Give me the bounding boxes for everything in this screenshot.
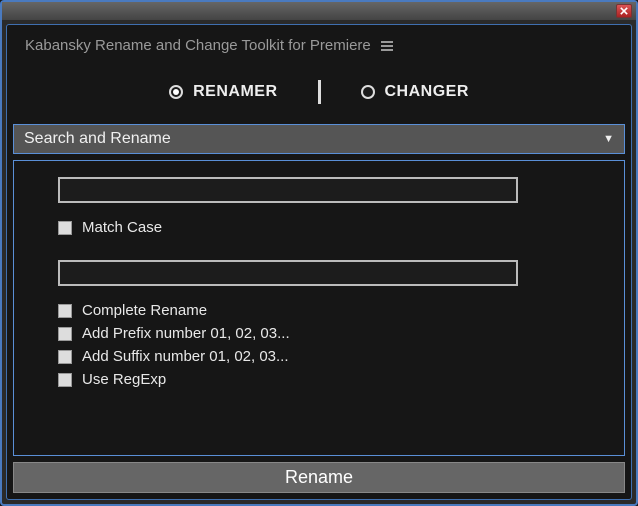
mode-dropdown-label: Search and Rename xyxy=(24,130,171,148)
add-suffix-label: Add Suffix number 01, 02, 03... xyxy=(82,348,289,365)
complete-rename-option[interactable]: Complete Rename xyxy=(58,302,580,319)
main-content: Kabansky Rename and Change Toolkit for P… xyxy=(6,24,632,500)
tab-renamer[interactable]: RENAMER xyxy=(169,83,277,101)
header-row: Kabansky Rename and Change Toolkit for P… xyxy=(7,25,631,62)
add-prefix-checkbox[interactable] xyxy=(58,327,72,341)
options-panel: Match Case Complete Rename Add Prefix nu… xyxy=(13,160,625,456)
tab-renamer-label: RENAMER xyxy=(193,83,277,101)
rename-button[interactable]: Rename xyxy=(13,462,625,493)
replace-input[interactable] xyxy=(58,260,518,286)
tab-changer-label: CHANGER xyxy=(385,83,469,101)
complete-rename-label: Complete Rename xyxy=(82,302,207,319)
radio-renamer-icon xyxy=(169,85,183,99)
chevron-down-icon: ▼ xyxy=(603,133,614,145)
radio-changer-icon xyxy=(361,85,375,99)
add-suffix-checkbox[interactable] xyxy=(58,350,72,364)
tab-divider xyxy=(318,80,321,104)
add-suffix-option[interactable]: Add Suffix number 01, 02, 03... xyxy=(58,348,580,365)
app-window: Kabansky Rename and Change Toolkit for P… xyxy=(0,0,638,506)
match-case-option[interactable]: Match Case xyxy=(58,219,580,236)
hamburger-menu-icon[interactable] xyxy=(381,41,393,51)
close-icon xyxy=(620,7,628,15)
app-title: Kabansky Rename and Change Toolkit for P… xyxy=(25,37,371,54)
titlebar xyxy=(2,2,636,20)
search-input[interactable] xyxy=(58,177,518,203)
add-prefix-option[interactable]: Add Prefix number 01, 02, 03... xyxy=(58,325,580,342)
use-regexp-option[interactable]: Use RegExp xyxy=(58,371,580,388)
match-case-label: Match Case xyxy=(82,219,162,236)
close-button[interactable] xyxy=(616,4,632,18)
complete-rename-checkbox[interactable] xyxy=(58,304,72,318)
add-prefix-label: Add Prefix number 01, 02, 03... xyxy=(82,325,290,342)
tab-changer[interactable]: CHANGER xyxy=(361,83,469,101)
use-regexp-label: Use RegExp xyxy=(82,371,166,388)
tabs-row: RENAMER CHANGER xyxy=(7,62,631,124)
use-regexp-checkbox[interactable] xyxy=(58,373,72,387)
mode-dropdown[interactable]: Search and Rename ▼ xyxy=(13,124,625,154)
match-case-checkbox[interactable] xyxy=(58,221,72,235)
